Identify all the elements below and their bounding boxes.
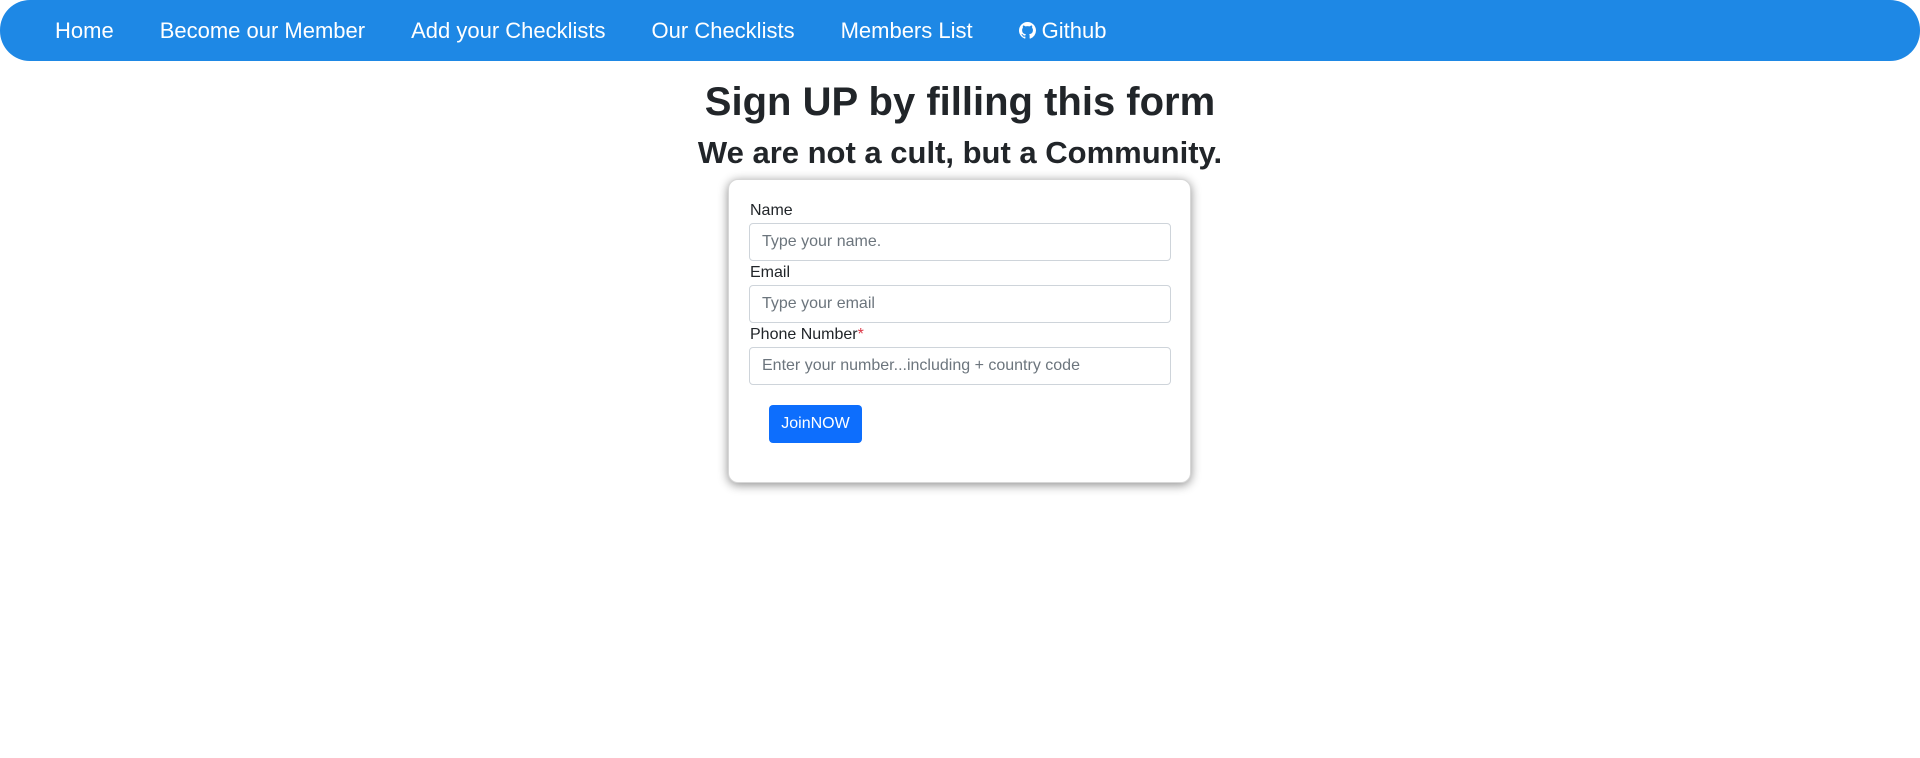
nav-github-link[interactable]: Github: [1018, 17, 1107, 44]
email-label: Email: [750, 264, 791, 281]
phone-label: Phone Number*: [750, 326, 864, 344]
nav-become-member-link[interactable]: Become our Member: [160, 18, 365, 44]
nav-our-checklists-link[interactable]: Our Checklists: [652, 18, 795, 44]
phone-label-text: Phone Number: [750, 326, 858, 343]
email-input[interactable]: [749, 285, 1171, 323]
join-now-button[interactable]: JoinNOW: [769, 405, 862, 443]
name-label: Name: [750, 202, 793, 219]
github-icon: [1018, 22, 1036, 39]
phone-input[interactable]: [749, 347, 1171, 385]
signup-form-card: Name Email Phone Number* JoinNOW: [728, 179, 1191, 483]
name-input[interactable]: [749, 223, 1171, 261]
nav-home-link[interactable]: Home: [55, 18, 114, 44]
nav-github-label: Github: [1041, 17, 1107, 43]
top-navbar: Home Become our Member Add your Checklis…: [0, 0, 1920, 61]
nav-add-checklists-link[interactable]: Add your Checklists: [411, 18, 605, 44]
page-title: Sign UP by filling this form: [704, 80, 1216, 124]
nav-members-list-link[interactable]: Members List: [841, 18, 973, 44]
page-subtitle: We are not a cult, but a Community.: [697, 135, 1223, 170]
required-asterisk: *: [857, 326, 864, 343]
